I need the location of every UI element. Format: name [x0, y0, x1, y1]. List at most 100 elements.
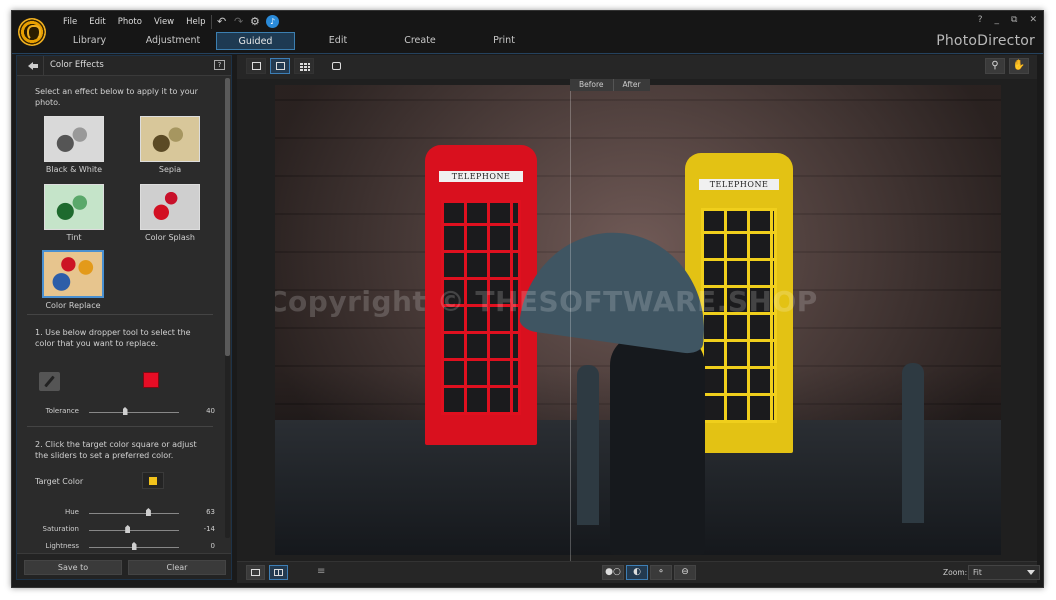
restore-button[interactable]: ⧉	[1011, 15, 1017, 25]
filmstrip-view-button[interactable]	[246, 58, 266, 74]
notification-icon[interactable]: ♪	[266, 15, 279, 28]
side-by-side-compare-button[interactable]: ●○	[602, 565, 624, 580]
app-window: File Edit Photo View Help ↶ ↷ ⚙ ♪ Librar…	[11, 10, 1044, 588]
split-compare-button[interactable]: ◐	[626, 565, 648, 580]
source-color-swatch[interactable]	[143, 372, 159, 388]
close-button[interactable]: ✕	[1029, 15, 1037, 25]
slider-knob[interactable]	[131, 542, 137, 550]
hand-icon: ✋	[1012, 60, 1026, 71]
clear-button[interactable]: Clear	[128, 560, 226, 575]
effect-label: Sepia	[158, 165, 182, 174]
effect-black-white[interactable]: Black & White	[43, 116, 105, 174]
bollard	[577, 365, 599, 525]
pan-tool-button[interactable]: ✋	[1009, 58, 1029, 74]
dropper-tool-button[interactable]	[39, 372, 60, 391]
menu-help[interactable]: Help	[180, 16, 211, 28]
photo-canvas[interactable]: TELEPHONE TELEPHONE Copyright © THESOFTW…	[237, 79, 1037, 561]
effect-label: Black & White	[45, 165, 103, 174]
effect-color-splash[interactable]: Color Splash	[139, 184, 201, 242]
settings-icon[interactable]: ⚙	[250, 15, 260, 29]
effect-sepia[interactable]: Sepia	[139, 116, 201, 174]
zoom-select[interactable]: Fit	[968, 565, 1040, 580]
effect-label: Color Splash	[145, 233, 195, 242]
viewer-toolbar: ⚲ ✋	[237, 55, 1037, 79]
compare-view-button[interactable]	[326, 58, 346, 74]
color-effects-panel: Color Effects ? Select an effect below t…	[16, 55, 232, 580]
tab-adjustment[interactable]: Adjustment	[134, 32, 212, 50]
single-preview-button[interactable]	[246, 565, 265, 580]
help-button[interactable]: ?	[978, 15, 983, 25]
panel-header: Color Effects ?	[17, 56, 231, 76]
before-label: Before	[570, 79, 614, 91]
single-preview-icon	[251, 569, 260, 576]
menu-view[interactable]: View	[148, 16, 180, 28]
save-to-button[interactable]: Save to	[24, 560, 122, 575]
black-white-thumbnail	[44, 116, 104, 162]
grid-view-button[interactable]	[294, 58, 314, 74]
effect-color-replace[interactable]: Color Replace	[42, 250, 104, 310]
photo-preview[interactable]: TELEPHONE TELEPHONE Copyright © THESOFTW…	[275, 85, 1001, 555]
slider-knob[interactable]	[145, 508, 151, 516]
mode-tabs: Library Adjustment Guided Edit Create Pr…	[12, 32, 1043, 50]
slider-track[interactable]	[89, 530, 179, 531]
accent-line	[12, 53, 1043, 54]
menu-file[interactable]: File	[57, 16, 83, 28]
brand-name: PhotoDirector	[936, 33, 1035, 49]
redo-icon[interactable]: ↷	[234, 15, 243, 29]
side-by-side-icon: ●○	[605, 567, 621, 577]
horizontal-split-button[interactable]: ⊖	[674, 565, 696, 580]
target-color-swatch[interactable]	[142, 472, 164, 489]
top-bottom-compare-button[interactable]: ⚬	[650, 565, 672, 580]
magnifier-icon: ⚲	[991, 60, 999, 71]
slider-label: Tolerance	[45, 407, 79, 415]
slider-label: Saturation	[42, 525, 80, 533]
menu-separator	[211, 15, 212, 29]
menu-bar: File Edit Photo View Help	[57, 16, 212, 28]
hue-slider[interactable]: Hue 63	[17, 508, 217, 520]
horizontal-split-icon: ⊖	[681, 567, 689, 577]
tolerance-slider[interactable]: Tolerance 40	[17, 407, 217, 419]
back-button[interactable]	[17, 56, 44, 75]
effect-tint[interactable]: Tint	[43, 184, 105, 242]
undo-icon[interactable]: ↶	[217, 15, 226, 29]
help-icon[interactable]: ?	[214, 60, 225, 70]
menu-photo[interactable]: Photo	[112, 16, 148, 28]
target-color-label: Target Color	[35, 477, 84, 486]
step1-text: 1. Use below dropper tool to select the …	[35, 328, 191, 348]
scrollbar-thumb[interactable]	[225, 78, 230, 356]
tint-thumbnail	[44, 184, 104, 230]
single-view-button[interactable]	[270, 58, 290, 74]
compare-view-icon	[332, 62, 341, 70]
grid-view-icon	[300, 63, 310, 71]
slider-knob[interactable]	[125, 525, 131, 533]
slider-track[interactable]	[89, 412, 179, 413]
tab-guided[interactable]: Guided	[216, 32, 295, 50]
slider-knob[interactable]	[122, 407, 128, 415]
slider-value: 63	[206, 508, 215, 516]
before-after-divider[interactable]	[570, 79, 571, 561]
bollard	[902, 363, 924, 523]
menu-edit[interactable]: Edit	[83, 16, 111, 28]
after-label: After	[613, 79, 650, 91]
split-preview-icon	[274, 569, 283, 576]
tab-edit[interactable]: Edit	[302, 32, 374, 50]
tab-print[interactable]: Print	[468, 32, 540, 50]
saturation-slider[interactable]: Saturation -14	[17, 525, 217, 537]
chevron-down-icon	[1027, 570, 1035, 575]
top-bottom-icon: ⚬	[657, 567, 665, 577]
minimize-button[interactable]: _	[995, 15, 1000, 25]
panel-title: Color Effects	[50, 60, 104, 70]
rotate-list-icon[interactable]: ≡	[317, 566, 325, 577]
slider-track[interactable]	[89, 513, 179, 514]
effect-label: Tint	[66, 233, 82, 242]
slider-label: Lightness	[45, 542, 79, 550]
panel-scrollbar[interactable]	[225, 78, 230, 538]
zoom-tool-button[interactable]: ⚲	[985, 58, 1005, 74]
tab-create[interactable]: Create	[384, 32, 456, 50]
person-with-umbrella	[610, 335, 705, 555]
before-after-labels: Before After	[570, 79, 650, 91]
panel-actions: Save to Clear	[17, 553, 231, 579]
split-preview-button[interactable]	[269, 565, 288, 580]
slider-value: -14	[203, 525, 215, 533]
tab-library[interactable]: Library	[52, 32, 127, 50]
